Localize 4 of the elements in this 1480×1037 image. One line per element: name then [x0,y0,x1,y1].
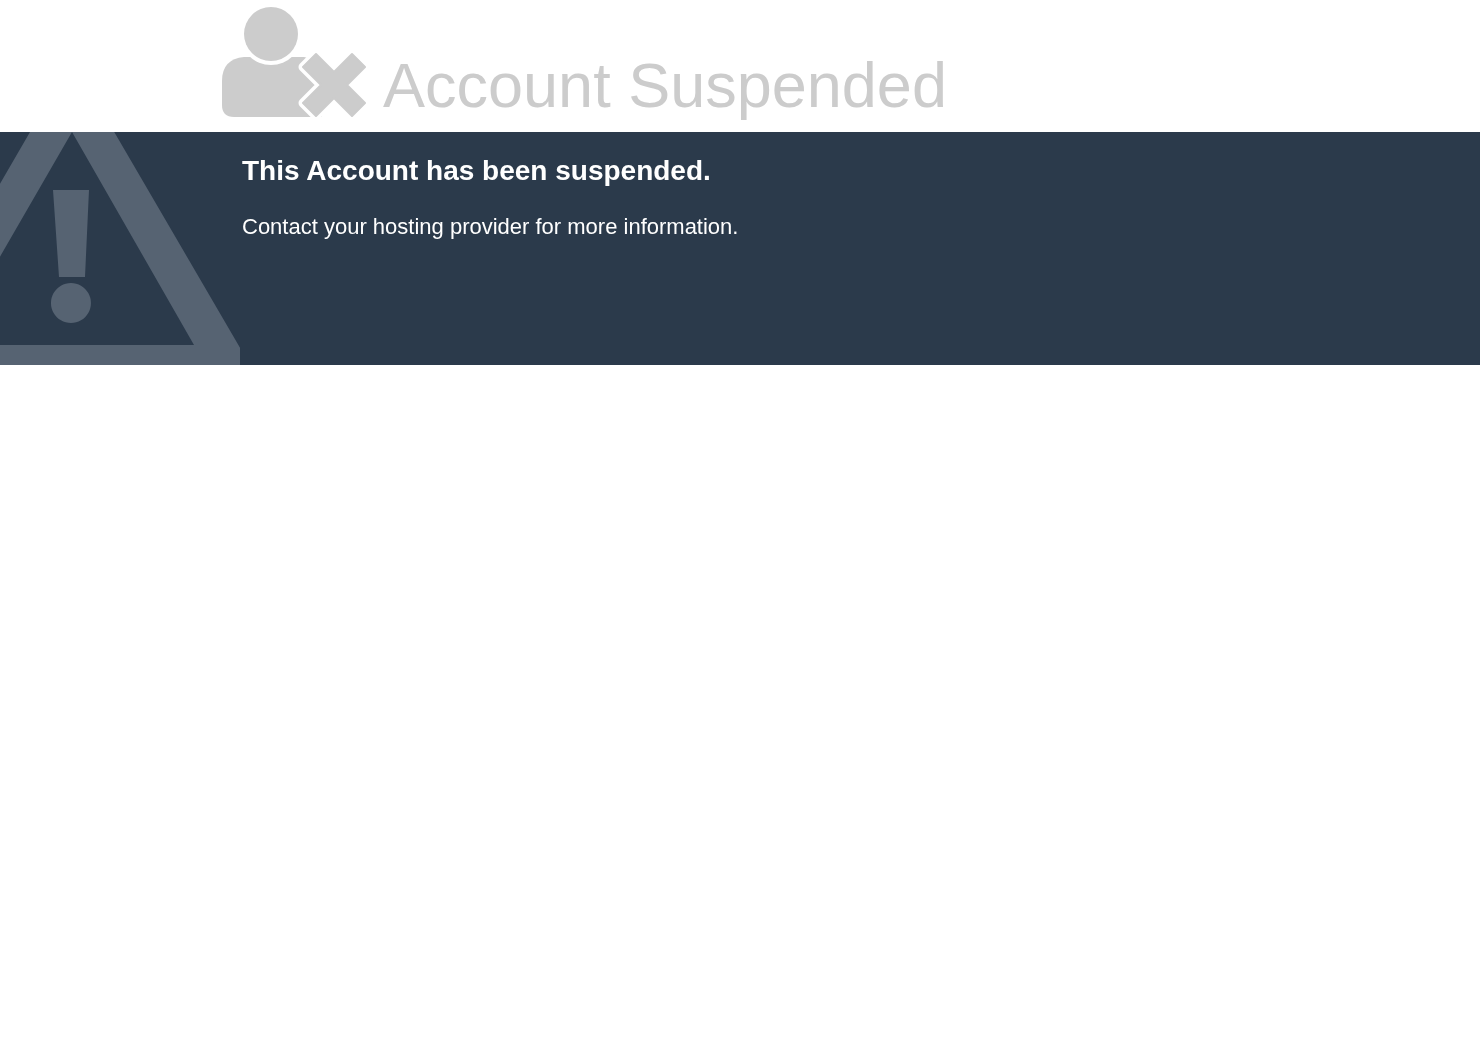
user-with-cross-icon [222,7,366,117]
warning-triangle-icon [0,132,240,365]
notice-message: Contact your hosting provider for more information. [242,213,739,240]
notice-heading: This Account has been suspended. [242,154,711,188]
